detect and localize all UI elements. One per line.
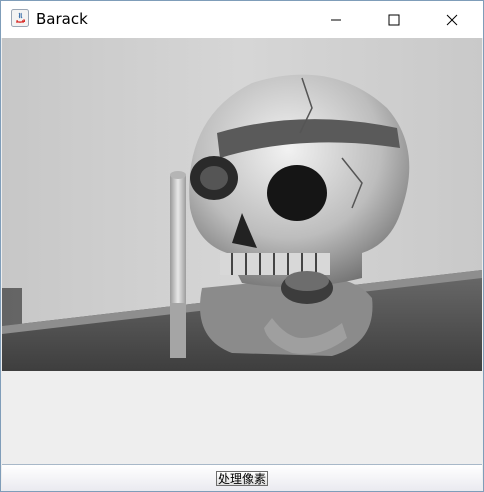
skull-photo-icon: [2, 38, 482, 371]
java-app-icon: [11, 9, 29, 27]
maximize-icon: [388, 14, 400, 25]
maximize-button[interactable]: [371, 1, 417, 38]
window-title: Barack: [36, 10, 88, 28]
grayscale-skull-image: [2, 38, 482, 371]
close-icon: [446, 14, 458, 25]
app-window: Barack 处理像素: [0, 0, 484, 492]
empty-panel: [2, 371, 482, 464]
bottom-toolbar: 处理像素: [2, 464, 482, 491]
process-pixels-button[interactable]: 处理像素: [216, 471, 268, 486]
close-button[interactable]: [429, 1, 475, 38]
title-bar[interactable]: Barack: [1, 1, 483, 38]
minimize-button[interactable]: [313, 1, 359, 38]
minimize-icon: [331, 19, 341, 20]
